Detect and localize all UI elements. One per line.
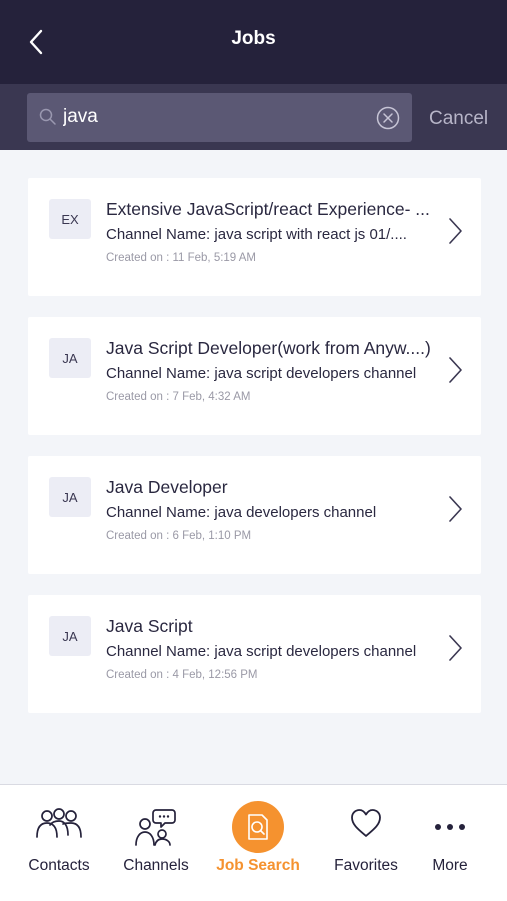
job-created: Created on : 11 Feb, 5:19 AM [106, 252, 257, 264]
tab-contacts[interactable]: Contacts [18, 785, 100, 901]
job-avatar: JA [49, 477, 91, 517]
search-box [27, 93, 412, 142]
job-card[interactable]: EX Extensive JavaScript/react Experience… [28, 178, 481, 296]
chevron-right-icon [449, 496, 462, 522]
job-card[interactable]: JA Java Developer Channel Name: java dev… [28, 456, 481, 574]
tab-job-search[interactable]: Job Search [212, 785, 304, 901]
channels-icon [135, 809, 176, 846]
job-created: Created on : 4 Feb, 12:56 PM [106, 669, 258, 681]
job-title: Extensive JavaScript/react Experience- .… [106, 199, 430, 219]
job-title: Java Developer [106, 477, 228, 497]
page-title: Jobs [231, 28, 276, 49]
tab-more[interactable]: More [420, 785, 480, 901]
job-avatar: JA [49, 338, 91, 378]
search-input[interactable] [63, 103, 363, 131]
job-channel: Channel Name: java script developers cha… [106, 365, 417, 382]
tab-label: More [432, 857, 468, 874]
clear-icon[interactable] [376, 106, 400, 130]
more-dots-icon [435, 824, 465, 830]
job-channel: Channel Name: java developers channel [106, 504, 377, 521]
job-created: Created on : 6 Feb, 1:10 PM [106, 530, 252, 542]
job-card[interactable]: JA Java Script Channel Name: java script… [28, 595, 481, 713]
tab-label: Favorites [334, 857, 398, 874]
chevron-right-icon [449, 635, 462, 661]
tab-favorites[interactable]: Favorites [324, 785, 408, 901]
job-title: Java Script Developer(work from Anyw....… [106, 338, 431, 358]
job-card[interactable]: JA Java Script Developer(work from Anyw.… [28, 317, 481, 435]
heart-icon [351, 809, 381, 837]
job-channel: Channel Name: java script with react js … [106, 226, 407, 243]
tab-channels[interactable]: Channels [116, 785, 196, 901]
app-header: Jobs [0, 0, 507, 84]
bottom-tab-bar: Contacts Channels Job Search Favorites M… [0, 784, 507, 901]
chevron-right-icon [449, 218, 462, 244]
job-title: Java Script [106, 616, 193, 636]
contacts-icon [36, 808, 82, 838]
tab-label: Job Search [216, 857, 300, 874]
job-channel: Channel Name: java script developers cha… [106, 643, 417, 660]
cancel-button[interactable]: Cancel [429, 108, 488, 130]
job-avatar: EX [49, 199, 91, 239]
job-created: Created on : 7 Feb, 4:32 AM [106, 391, 251, 403]
job-search-badge [232, 801, 284, 853]
search-icon [39, 108, 56, 125]
chevron-right-icon [449, 357, 462, 383]
job-search-icon [248, 814, 268, 840]
job-list: EX Extensive JavaScript/react Experience… [28, 178, 481, 734]
tab-label: Contacts [28, 857, 90, 874]
job-avatar: JA [49, 616, 91, 656]
tab-label: Channels [123, 857, 189, 874]
